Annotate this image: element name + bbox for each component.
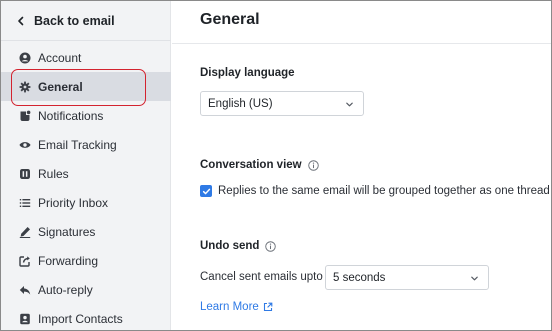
settings-sidebar: Back to email Account General Notificati… bbox=[1, 1, 171, 330]
title-divider bbox=[172, 43, 551, 44]
contacts-icon bbox=[19, 313, 31, 325]
conversation-view-option[interactable]: Replies to the same email will be groupe… bbox=[200, 185, 550, 197]
sidebar-item-general[interactable]: General bbox=[1, 69, 171, 106]
sidebar-item-priority-inbox[interactable]: Priority Inbox bbox=[1, 188, 171, 217]
sidebar-item-label: Import Contacts bbox=[38, 311, 123, 326]
notifications-icon bbox=[19, 110, 31, 122]
reply-icon bbox=[19, 284, 31, 296]
sidebar-item-notifications[interactable]: Notifications bbox=[1, 101, 171, 130]
sidebar-item-import-contacts[interactable]: Import Contacts bbox=[1, 304, 171, 330]
sidebar-item-label: Notifications bbox=[38, 108, 104, 123]
sidebar-item-label: Account bbox=[38, 50, 82, 65]
display-language-select[interactable]: English (US) bbox=[200, 91, 364, 116]
display-language-heading: Display language bbox=[200, 67, 295, 79]
settings-window: Back to email Account General Notificati… bbox=[0, 0, 552, 331]
learn-more-link[interactable]: Learn More bbox=[200, 301, 273, 313]
checkmark-icon bbox=[202, 188, 210, 194]
sidebar-item-rules[interactable]: Rules bbox=[1, 159, 171, 188]
page-title: General bbox=[200, 11, 260, 28]
undo-send-heading: Undo send bbox=[200, 240, 277, 252]
chevron-down-icon bbox=[346, 102, 353, 107]
sidebar-item-email-tracking[interactable]: Email Tracking bbox=[1, 130, 171, 159]
sidebar-item-label: Priority Inbox bbox=[38, 195, 109, 210]
rules-icon bbox=[19, 168, 31, 180]
conversation-view-checkbox[interactable] bbox=[200, 185, 212, 197]
eye-icon bbox=[19, 139, 31, 151]
sidebar-item-signatures[interactable]: Signatures bbox=[1, 217, 171, 246]
undo-send-delay-value: 5 seconds bbox=[333, 271, 386, 284]
conversation-view-description: Replies to the same email will be groupe… bbox=[218, 185, 550, 197]
undo-send-delay-select[interactable]: 5 seconds bbox=[325, 265, 489, 290]
general-settings-panel: General Display language English (US) Co… bbox=[172, 1, 551, 330]
sidebar-item-label: Signatures bbox=[38, 224, 96, 239]
conversation-view-heading: Conversation view bbox=[200, 159, 319, 171]
back-to-email-link[interactable]: Back to email bbox=[1, 1, 171, 41]
forward-icon bbox=[19, 255, 31, 267]
sidebar-item-auto-reply[interactable]: Auto-reply bbox=[1, 275, 171, 304]
undo-send-label: Undo send bbox=[200, 240, 260, 252]
chevron-down-icon bbox=[471, 276, 478, 281]
sidebar-item-forwarding[interactable]: Forwarding bbox=[1, 246, 171, 275]
gear-icon bbox=[19, 81, 31, 93]
info-icon[interactable] bbox=[265, 240, 277, 252]
sidebar-item-label: Email Tracking bbox=[38, 137, 117, 152]
sidebar-item-label: Rules bbox=[38, 166, 69, 181]
account-icon bbox=[19, 52, 31, 64]
info-icon[interactable] bbox=[307, 159, 319, 171]
display-language-label: Display language bbox=[200, 67, 295, 79]
cancel-sent-label: Cancel sent emails upto bbox=[200, 271, 323, 283]
sidebar-item-label: Forwarding bbox=[38, 253, 99, 268]
external-link-icon bbox=[263, 302, 273, 312]
sidebar-item-label: General bbox=[38, 79, 83, 94]
pen-icon bbox=[19, 226, 31, 238]
learn-more-label: Learn More bbox=[200, 301, 259, 313]
priority-icon bbox=[19, 197, 31, 209]
sidebar-item-label: Auto-reply bbox=[38, 282, 93, 297]
conversation-view-label: Conversation view bbox=[200, 159, 302, 171]
settings-nav: Account General Notifications Email Trac… bbox=[1, 43, 171, 330]
display-language-value: English (US) bbox=[208, 97, 273, 110]
sidebar-item-account[interactable]: Account bbox=[1, 43, 171, 72]
back-label: Back to email bbox=[34, 13, 115, 28]
chevron-left-icon bbox=[18, 16, 24, 25]
